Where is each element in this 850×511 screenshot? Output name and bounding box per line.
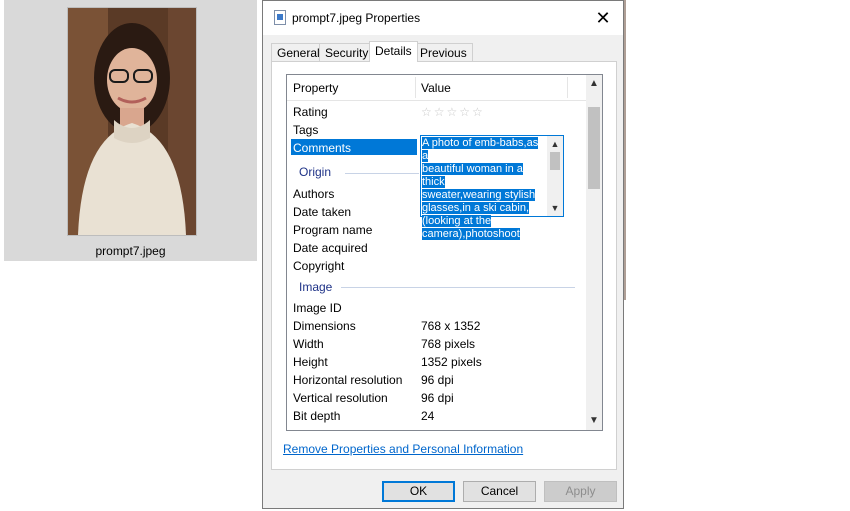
property-name: Dimensions [293,319,356,333]
property-name: Tags [293,123,319,137]
column-header-property[interactable]: Property [293,81,338,95]
column-header-value[interactable]: Value [421,81,451,95]
tab-details[interactable]: Details [369,41,418,62]
property-row-vertical-resolution[interactable]: Vertical resolution 96 dpi [287,389,587,407]
scroll-thumb[interactable] [550,152,560,170]
property-name: Image ID [293,301,342,315]
property-name: Width [293,337,324,351]
file-thumbnail-tile[interactable]: prompt7.jpeg [4,0,257,261]
group-header-image: Image [299,280,333,294]
scroll-down-icon[interactable]: ▼ [586,412,602,430]
property-name: Date taken [293,205,352,219]
property-name: Copyright [293,259,345,273]
property-name: Rating [293,105,328,119]
scroll-thumb[interactable] [588,107,600,189]
image-thumbnail[interactable] [67,7,197,236]
group-divider [345,173,419,174]
property-name: Authors [293,187,335,201]
property-name: Horizontal resolution [293,373,403,387]
group-header-origin: Origin [299,165,332,179]
close-button[interactable]: ✕ [583,1,623,35]
property-row-dimensions[interactable]: Dimensions 768 x 1352 [287,317,587,335]
property-value: 96 dpi [421,373,454,387]
property-value: 768 x 1352 [421,319,481,333]
property-row-image-id[interactable]: Image ID [287,299,587,317]
property-name: Height [293,355,328,369]
apply-button[interactable]: Apply [544,481,617,502]
property-name: Program name [293,223,373,237]
property-row-rating[interactable]: Rating ☆☆☆☆☆ [287,103,587,121]
scroll-up-icon[interactable]: ▲ [586,75,602,93]
property-row-date-acquired[interactable]: Date acquired [287,239,587,257]
property-value: 768 pixels [421,337,476,351]
property-row-horizontal-resolution[interactable]: Horizontal resolution 96 dpi [287,371,587,389]
property-value: 24 [421,409,435,423]
list-header: Property Value [287,75,587,101]
tab-previous-versions[interactable]: Previous Versions [414,43,473,78]
ok-button[interactable]: OK [382,481,455,502]
details-panel: Property Value Rating ☆☆☆☆☆ Tags Comment… [271,61,617,470]
rating-stars[interactable]: ☆☆☆☆☆ [421,103,485,121]
property-name: Date acquired [293,241,368,255]
comments-text[interactable]: A photo of emb-babs,as a beautiful woman… [422,137,546,241]
properties-dialog: prompt7.jpeg Properties ✕ General Securi… [262,0,624,509]
property-list[interactable]: Property Value Rating ☆☆☆☆☆ Tags Comment… [286,74,603,431]
group-divider [341,287,575,288]
remove-properties-link[interactable]: Remove Properties and Personal Informati… [283,442,523,456]
comments-edit-field[interactable]: A photo of emb-babs,as a beautiful woman… [420,135,564,240]
property-list-scrollbar[interactable]: ▲ ▼ [586,75,602,430]
scroll-up-icon[interactable]: ▲ [547,136,563,152]
column-divider[interactable] [567,77,568,98]
property-row-bit-depth[interactable]: Bit depth 24 [287,407,587,425]
property-row-width[interactable]: Width 768 pixels [287,335,587,353]
property-value: 96 dpi [421,391,454,405]
property-name: Comments [293,141,352,155]
image-file-icon [274,10,286,25]
scroll-down-icon[interactable]: ▼ [547,200,563,216]
property-row-height[interactable]: Height 1352 pixels [287,353,587,371]
column-divider[interactable] [415,77,416,98]
property-name: Bit depth [293,409,341,423]
property-row-copyright[interactable]: Copyright [287,257,587,275]
tab-security[interactable]: Security [319,43,375,61]
dialog-title: prompt7.jpeg Properties [292,11,421,25]
tab-general[interactable]: General [271,43,326,61]
title-bar[interactable]: prompt7.jpeg Properties ✕ [263,1,623,35]
property-value: 1352 pixels [421,355,482,369]
comments-scrollbar[interactable]: ▲ ▼ [547,136,563,216]
file-name-label: prompt7.jpeg [95,244,166,258]
cancel-button[interactable]: Cancel [463,481,536,502]
property-name: Vertical resolution [293,391,388,405]
